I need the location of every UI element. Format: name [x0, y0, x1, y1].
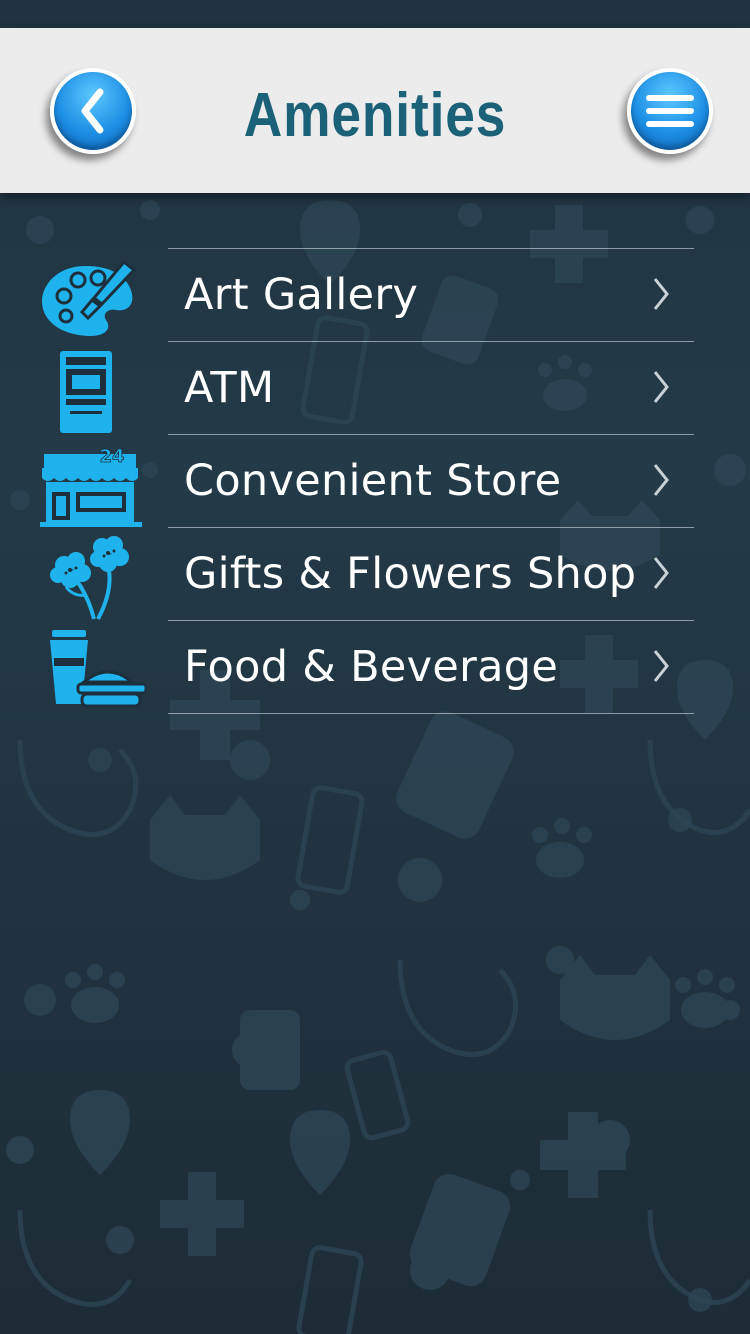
divider — [168, 248, 694, 249]
chevron-right-icon — [653, 557, 669, 589]
list-item-label: Gifts & Flowers Shop — [184, 549, 637, 599]
divider — [168, 434, 694, 435]
divider — [168, 620, 694, 621]
list-item-convenient-store[interactable]: 24 Convenient Store — [0, 434, 750, 527]
palette-icon — [42, 259, 137, 336]
flowers-icon — [50, 536, 129, 620]
atm-machine-icon — [60, 351, 112, 433]
list-item-label: Convenient Store — [184, 456, 562, 506]
list-item-label: Art Gallery — [184, 270, 419, 320]
divider — [168, 341, 694, 342]
amenities-list: Art Gallery ATM 24 Convenient Store Gift… — [0, 248, 750, 714]
status-bar — [0, 0, 750, 28]
menu-button[interactable] — [627, 68, 713, 154]
divider — [168, 713, 694, 714]
store-24-icon: 24 — [40, 446, 142, 527]
list-item-atm[interactable]: ATM — [0, 341, 750, 434]
list-item-gifts-flowers-shop[interactable]: Gifts & Flowers Shop — [0, 527, 750, 620]
divider — [168, 527, 694, 528]
page-title: Amenities — [243, 81, 507, 150]
chevron-right-icon — [653, 650, 669, 682]
store-24-text: 24 — [99, 446, 124, 467]
cup-burger-icon — [50, 630, 146, 708]
chevron-right-icon — [653, 371, 669, 403]
list-item-food-beverage[interactable]: Food & Beverage — [0, 620, 750, 713]
list-item-label: ATM — [184, 363, 275, 413]
chevron-right-icon — [653, 278, 669, 310]
header-bar: Amenities — [0, 28, 750, 193]
list-item-label: Food & Beverage — [184, 642, 559, 692]
hamburger-menu-icon — [646, 95, 694, 127]
chevron-right-icon — [653, 464, 669, 496]
list-item-art-gallery[interactable]: Art Gallery — [0, 248, 750, 341]
